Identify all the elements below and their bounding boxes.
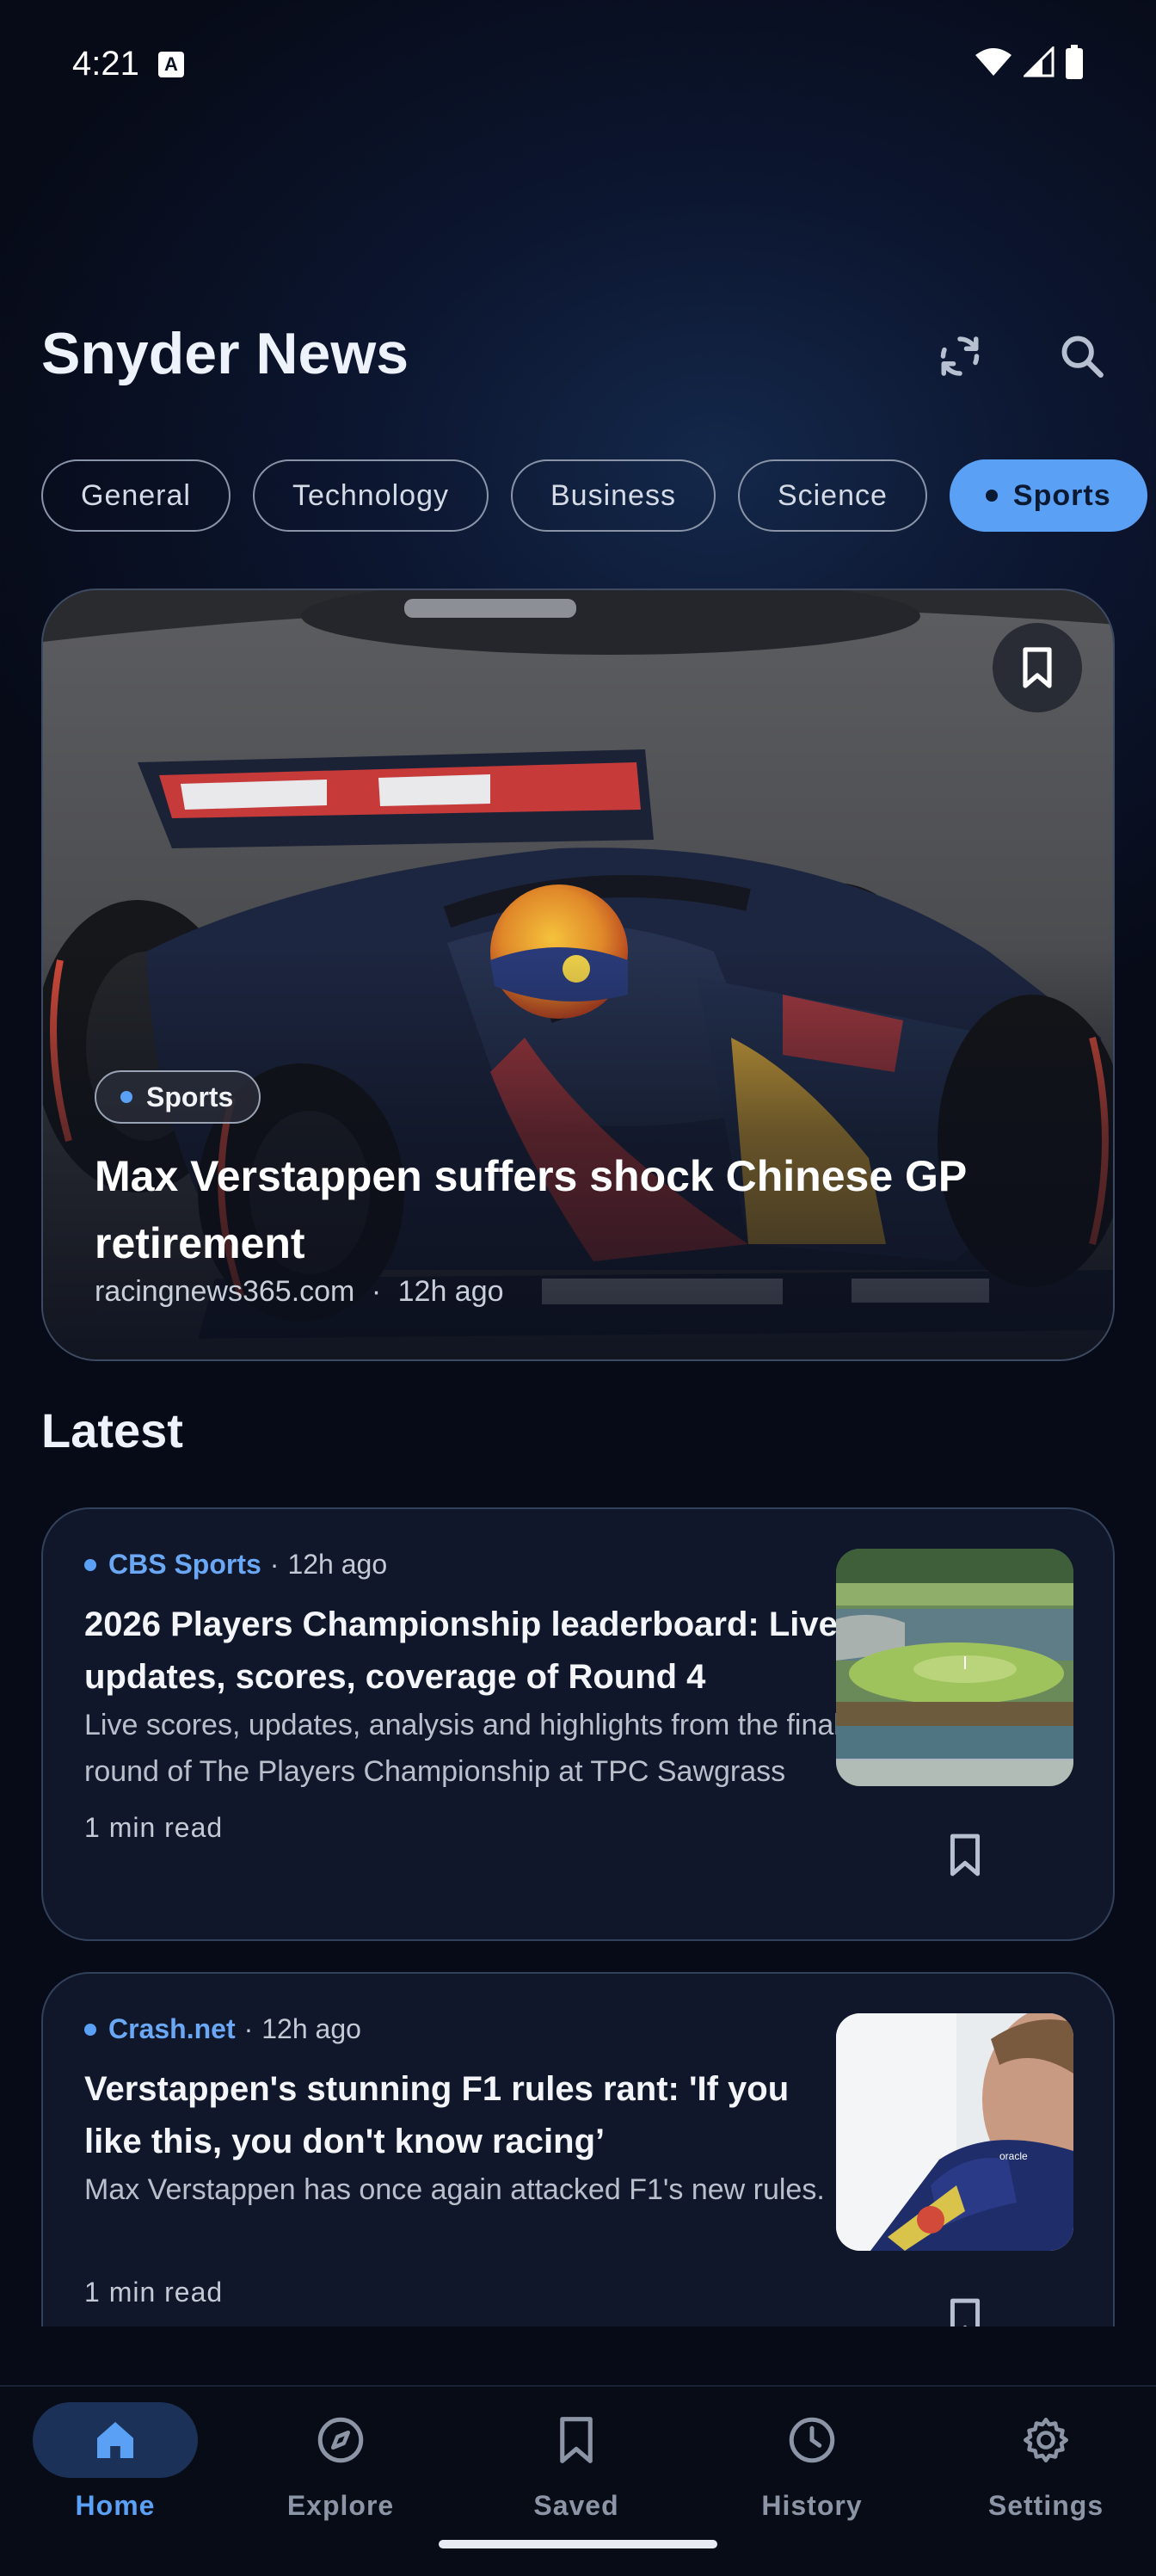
chip-business[interactable]: Business (510, 459, 716, 532)
clock-icon (789, 2417, 835, 2463)
refresh-icon (940, 336, 980, 376)
nav-home[interactable]: Home (0, 2387, 231, 2522)
nav-icon-holder (963, 2402, 1128, 2478)
article-title: Verstappen's stunning F1 rules rant: 'If… (84, 2070, 790, 2160)
status-icons (974, 45, 1084, 79)
chip-label: Technology (292, 478, 449, 512)
battery-icon (1066, 45, 1083, 79)
nav-explore[interactable]: Explore (225, 2387, 456, 2522)
compass-icon (317, 2417, 364, 2463)
article-bookmark-button[interactable] (939, 2294, 991, 2326)
status-time: 4:21 (72, 45, 139, 83)
section-title-latest: Latest (41, 1403, 183, 1457)
meta-separator: · (243, 2013, 254, 2044)
featured-category-badge: Sports (95, 1070, 261, 1124)
gesture-home-indicator[interactable] (439, 2540, 717, 2548)
article-time: 12h ago (287, 1549, 388, 1580)
featured-category-label: Sports (146, 1081, 234, 1112)
category-chips: General Technology Business Science Spor… (41, 459, 1147, 532)
bookmark-icon (1023, 647, 1052, 688)
refresh-button[interactable] (919, 315, 1001, 397)
article-bookmark-button[interactable] (939, 1829, 991, 1881)
notification-icon: A (158, 52, 184, 77)
nav-icon-holder (494, 2402, 659, 2478)
nav-label: Settings (987, 2490, 1104, 2521)
selected-dot (985, 490, 998, 502)
article-source: CBS Sports (108, 1549, 261, 1580)
article-source-line: CBS Sports · 12h ago (84, 1549, 387, 1581)
bookmark-icon (560, 2417, 593, 2463)
meta-separator: · (371, 1275, 382, 1308)
nav-saved[interactable]: Saved (461, 2387, 692, 2522)
chip-sports[interactable]: Sports (949, 459, 1147, 532)
bookmark-icon (950, 2298, 981, 2326)
featured-title: Max Verstappen suffers shock Chinese GP … (95, 1152, 967, 1267)
featured-bookmark-button[interactable] (993, 623, 1082, 712)
nav-history[interactable]: History (697, 2387, 927, 2522)
chip-label: Science (777, 478, 888, 512)
article-source-line: Crash.net · 12h ago (84, 2013, 361, 2045)
wifi-icon (975, 48, 1012, 76)
app-title: Snyder News (41, 321, 409, 386)
featured-source: racingnews365.com (95, 1275, 355, 1308)
meta-separator: · (269, 1549, 280, 1580)
read-time: 1 min read (84, 1812, 224, 1843)
source-dot (84, 1558, 96, 1571)
driver-portrait-image: oracle (836, 2013, 1073, 2251)
chip-label: Business (550, 478, 676, 512)
article-description: Live scores, updates, analysis and highl… (84, 1709, 840, 1788)
chip-label: General (81, 478, 191, 512)
golf-course-image (836, 1549, 1073, 1786)
chip-technology[interactable]: Technology (252, 459, 489, 532)
nav-icon-holder (729, 2402, 895, 2478)
svg-text:oracle: oracle (999, 2150, 1028, 2162)
home-icon (97, 2422, 133, 2458)
read-time: 1 min read (84, 2277, 224, 2308)
nav-icon-holder (258, 2402, 423, 2478)
featured-meta: racingnews365.com · 12h ago (95, 1275, 504, 1309)
featured-article-card[interactable]: Sports Max Verstappen suffers shock Chin… (41, 589, 1115, 1361)
article-time: 12h ago (261, 2013, 361, 2044)
article-thumbnail (836, 1549, 1073, 1786)
nav-label: History (761, 2490, 863, 2521)
featured-time: 12h ago (397, 1275, 504, 1308)
nav-active-indicator (33, 2402, 198, 2478)
article-description: Max Verstappen has once again attacked F… (84, 2173, 825, 2206)
search-button[interactable] (1041, 315, 1123, 397)
article-card[interactable]: Crash.net · 12h ago Verstappen's stunnin… (41, 1972, 1115, 2326)
search-icon (1061, 336, 1104, 378)
article-title: 2026 Players Championship leaderboard: L… (84, 1605, 838, 1696)
category-dot (120, 1091, 132, 1103)
cellular-icon (1024, 46, 1055, 77)
nav-label: Explore (286, 2490, 395, 2521)
nav-label: Home (75, 2490, 156, 2521)
chip-label: Sports (1012, 478, 1111, 512)
chip-general[interactable]: General (41, 459, 231, 532)
article-source: Crash.net (108, 2013, 236, 2044)
nav-label: Saved (533, 2490, 619, 2521)
gear-icon (1024, 2418, 1068, 2462)
article-thumbnail: oracle (836, 2013, 1073, 2251)
article-card[interactable]: CBS Sports · 12h ago 2026 Players Champi… (41, 1507, 1115, 1941)
chip-science[interactable]: Science (737, 459, 927, 532)
source-dot (84, 2023, 96, 2036)
bookmark-icon (950, 1833, 981, 1877)
nav-settings[interactable]: Settings (931, 2387, 1156, 2522)
